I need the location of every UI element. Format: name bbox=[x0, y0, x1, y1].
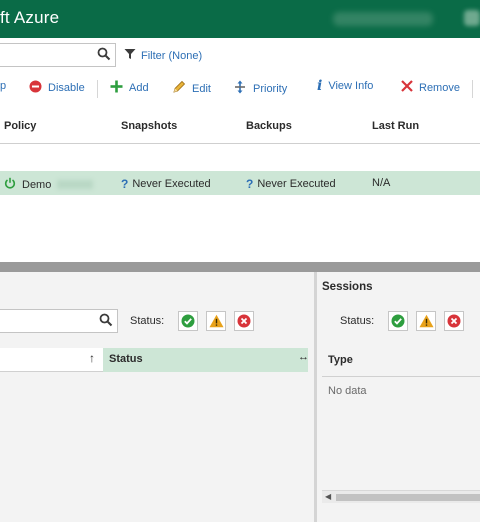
error-icon bbox=[447, 314, 461, 328]
sessions-status-filter-group: Status: bbox=[340, 311, 465, 331]
add-icon bbox=[110, 80, 123, 96]
status-filter-group: Status: bbox=[130, 311, 255, 331]
edit-label: Edit bbox=[192, 82, 211, 95]
column-header-snapshots[interactable]: Snapshots bbox=[121, 120, 177, 132]
sessions-horizontal-scrollbar[interactable]: ◀ bbox=[322, 490, 480, 503]
status-label: Status: bbox=[130, 315, 165, 327]
error-icon bbox=[237, 314, 251, 328]
toolbar: p Disable Add Edit Priority i View Info … bbox=[0, 76, 480, 100]
add-label: Add bbox=[129, 82, 149, 94]
window-title: ft Azure bbox=[0, 8, 60, 27]
sessions-title: Sessions bbox=[322, 281, 373, 293]
warning-icon bbox=[209, 314, 224, 328]
panel-splitter[interactable] bbox=[0, 262, 480, 272]
detail-table-header: ↑ Status ↔ bbox=[0, 348, 309, 372]
scrollbar-thumb[interactable] bbox=[336, 494, 480, 501]
snapshots-value: Never Executed bbox=[132, 178, 211, 190]
column-header-status[interactable]: Status bbox=[103, 348, 308, 372]
add-button[interactable]: Add bbox=[110, 80, 149, 96]
detail-search-input[interactable] bbox=[0, 309, 118, 333]
error-filter-button[interactable] bbox=[234, 311, 255, 331]
check-circle-icon bbox=[391, 314, 405, 328]
priority-button[interactable]: Priority bbox=[233, 80, 287, 97]
filter-button[interactable]: Filter (None) bbox=[124, 48, 202, 63]
check-circle-icon bbox=[181, 314, 195, 328]
remove-label: Remove bbox=[419, 81, 460, 94]
filter-icon bbox=[124, 48, 136, 63]
success-filter-button[interactable] bbox=[178, 311, 199, 331]
column-header-policy[interactable]: Policy bbox=[4, 120, 36, 132]
vertical-splitter[interactable] bbox=[314, 272, 317, 522]
edit-button[interactable]: Edit bbox=[172, 80, 211, 97]
disable-button[interactable]: Disable bbox=[29, 80, 85, 96]
sort-ascending-icon[interactable]: ↑ bbox=[89, 351, 95, 365]
warning-filter-button[interactable] bbox=[206, 311, 227, 331]
power-icon bbox=[4, 177, 16, 192]
backups-cell: ? Never Executed bbox=[246, 177, 336, 191]
scroll-left-icon[interactable]: ◀ bbox=[325, 492, 331, 501]
search-icon[interactable] bbox=[99, 313, 113, 330]
title-bar: ft Azure bbox=[0, 0, 480, 38]
remove-x-icon bbox=[401, 80, 413, 95]
disable-icon bbox=[29, 80, 42, 96]
view-info-label: View Info bbox=[328, 80, 374, 92]
policies-table-header: Policy Snapshots Backups Last Run bbox=[0, 112, 480, 144]
policy-name: Demo bbox=[22, 178, 52, 191]
pencil-icon bbox=[172, 80, 186, 97]
column-header-type[interactable]: Type bbox=[328, 354, 353, 366]
toolbar-separator bbox=[472, 80, 473, 98]
backups-value: Never Executed bbox=[257, 178, 336, 190]
column-resize-icon[interactable]: ↔ bbox=[298, 351, 309, 363]
column-header-backups[interactable]: Backups bbox=[246, 120, 292, 132]
sessions-error-filter-button[interactable] bbox=[444, 311, 465, 331]
policy-cell: Demo bbox=[4, 177, 94, 192]
table-row[interactable]: Demo ? Never Executed ? Never Executed N… bbox=[0, 171, 480, 195]
view-info-button[interactable]: i View Info bbox=[317, 78, 374, 94]
remove-button[interactable]: Remove bbox=[401, 80, 460, 95]
unknown-status-icon: ? bbox=[121, 177, 129, 191]
info-icon: i bbox=[317, 78, 323, 94]
unknown-status-icon: ? bbox=[246, 177, 254, 191]
warning-icon bbox=[419, 314, 434, 328]
priority-label: Priority bbox=[253, 82, 288, 95]
sessions-empty-text: No data bbox=[328, 385, 367, 397]
column-header-last-run[interactable]: Last Run bbox=[372, 120, 419, 132]
snapshots-cell: ? Never Executed bbox=[121, 177, 211, 191]
filter-label: Filter (None) bbox=[141, 49, 203, 62]
blurred-icon bbox=[464, 10, 480, 26]
toolbar-separator bbox=[97, 80, 98, 98]
sessions-status-label: Status: bbox=[340, 315, 375, 327]
blurred-policy-suffix bbox=[57, 180, 94, 189]
policy-search-input[interactable] bbox=[0, 43, 116, 67]
sessions-success-filter-button[interactable] bbox=[388, 311, 409, 331]
disable-label: Disable bbox=[48, 82, 85, 94]
search-icon[interactable] bbox=[97, 47, 111, 64]
priority-icon bbox=[233, 80, 247, 97]
sessions-warning-filter-button[interactable] bbox=[416, 311, 437, 331]
blurred-user-info bbox=[333, 12, 433, 26]
start-button[interactable]: p bbox=[0, 80, 6, 92]
sessions-table-header: Type bbox=[322, 345, 480, 377]
start-label: p bbox=[0, 80, 7, 92]
last-run-value: N/A bbox=[372, 177, 391, 189]
status-column-label: Status bbox=[109, 353, 143, 365]
